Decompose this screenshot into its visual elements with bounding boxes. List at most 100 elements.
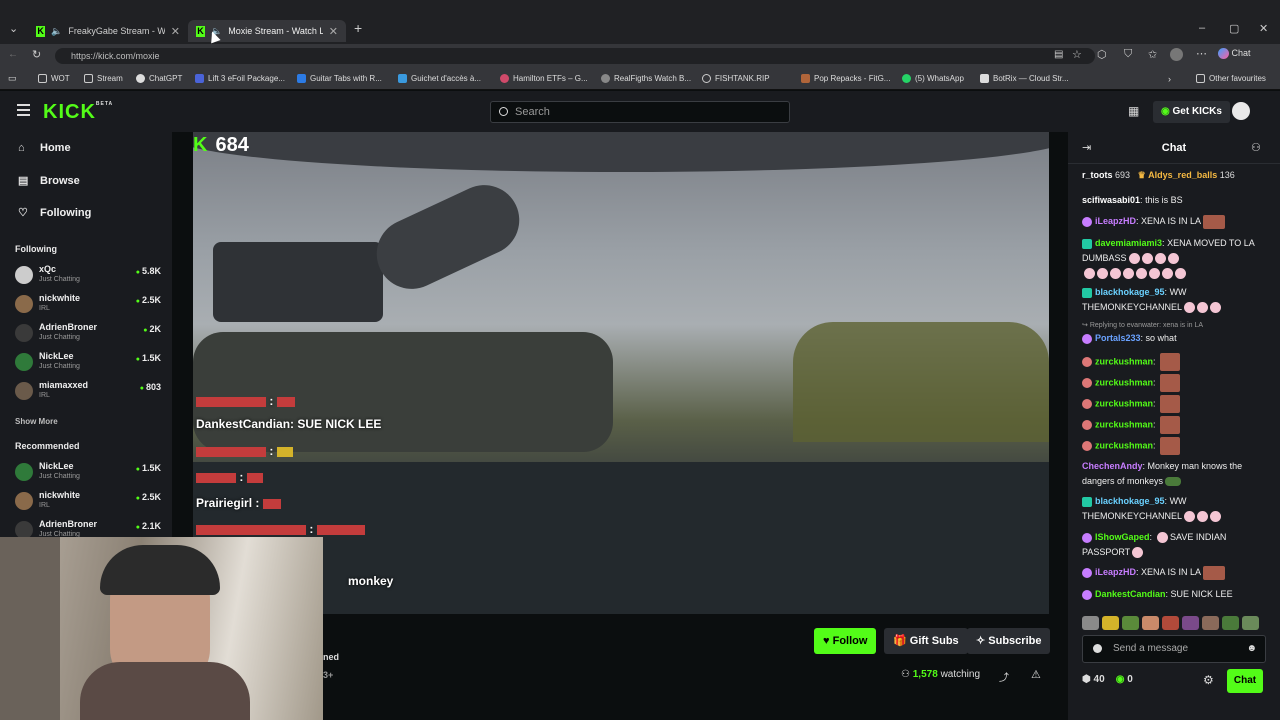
chat-message: ChechenAndy: Monkey man knows the danger… (1082, 461, 1243, 487)
shield-icon[interactable]: ⛉ (1124, 48, 1132, 61)
bookmark-3[interactable]: Lift 3 eFoil Package... (195, 74, 285, 83)
emote-button[interactable] (1222, 616, 1239, 630)
recommended-channel[interactable]: nickwhite IRL 2.5K (15, 490, 165, 516)
emote-button[interactable] (1102, 616, 1119, 630)
chat-username[interactable]: DankestCandian (1095, 589, 1166, 599)
kick-logo[interactable]: KICKBETA (43, 101, 113, 124)
close-window-icon[interactable]: ✕ (1259, 22, 1268, 35)
following-channel[interactable]: miamaxxed IRL 803 (15, 380, 165, 406)
nav-browse[interactable]: ▤ Browse (18, 174, 80, 188)
chat-input[interactable]: Send a message ☻ (1082, 635, 1266, 663)
chat-username[interactable]: zurckushman (1095, 377, 1153, 387)
chat-settings-icon[interactable]: ⚙ (1203, 673, 1214, 687)
chat-username[interactable]: zurckushman (1095, 398, 1153, 408)
viewer-count: ⚇ 1,578 watching (901, 669, 980, 680)
more-icon[interactable]: ⋯ (1196, 47, 1207, 60)
other-favourites[interactable]: Other favourites (1196, 74, 1266, 83)
star-icon[interactable]: ☆ (1072, 48, 1082, 61)
favorites-icon[interactable]: ✩ (1148, 48, 1157, 61)
recommended-section-title: Recommended (15, 441, 80, 451)
emote-button[interactable] (1182, 616, 1199, 630)
bookmark-4[interactable]: Guitar Tabs with R... (297, 74, 382, 83)
get-kicks-button[interactable]: Get KICKs (1153, 101, 1230, 123)
report-icon[interactable]: ⚠ (1031, 668, 1041, 681)
menu-icon[interactable] (17, 104, 30, 116)
bookmark-2[interactable]: ChatGPT (136, 74, 182, 83)
maximize-icon[interactable]: ▢ (1229, 22, 1239, 35)
nav-home[interactable]: ⌂ Home (18, 142, 71, 154)
chat-users-icon[interactable]: ⚇ (1251, 141, 1261, 154)
camera-arm (365, 173, 531, 301)
follow-button[interactable]: ♥ Follow (814, 628, 877, 654)
chat-username[interactable]: ChechenAndy (1082, 461, 1143, 471)
chat-username[interactable]: IShowGaped (1095, 532, 1150, 542)
overlay-chat-line: : (196, 394, 295, 408)
chat-username[interactable]: zurckushman (1095, 356, 1153, 366)
chat-username[interactable]: blackhokage_95 (1095, 496, 1165, 506)
reader-icon[interactable]: ▤ (1054, 49, 1063, 60)
chat-username[interactable]: blackhokage_95 (1095, 287, 1165, 297)
minimize-icon[interactable]: – (1199, 22, 1205, 34)
back-icon[interactable]: ← (8, 49, 18, 60)
share-icon[interactable]: ⤴ (999, 669, 1009, 684)
sub-badge-icon (1082, 420, 1092, 430)
bookmark-1[interactable]: Stream (84, 74, 123, 83)
emote (1160, 353, 1181, 371)
chat-username[interactable]: iLeapzHD (1095, 216, 1136, 226)
following-channel[interactable]: AdrienBroner Just Chatting 2K (15, 322, 165, 348)
extensions-icon[interactable]: ⬡ (1097, 48, 1107, 61)
chat-username[interactable]: iLeapzHD (1095, 567, 1136, 577)
following-channel[interactable]: nickwhite IRL 2.5K (15, 293, 165, 319)
copilot-chat-button[interactable]: Chat (1218, 48, 1251, 60)
profile-avatar[interactable] (1170, 48, 1183, 61)
chat-username[interactable]: scifiwasabi01 (1082, 195, 1140, 205)
chat-username[interactable]: Portals233 (1095, 333, 1141, 343)
reading-list-icon[interactable]: ▭ (8, 73, 17, 84)
gift-subs-button[interactable]: 🎁 Gift Subs (884, 628, 968, 654)
show-more-link[interactable]: Show More (15, 417, 58, 426)
chat-username[interactable]: davemiamiami3 (1095, 238, 1162, 248)
emoji-icon[interactable]: ☻ (1246, 636, 1257, 662)
bookmark-0[interactable]: WOT (38, 74, 70, 83)
bookmark-7[interactable]: RealFigths Watch B... (601, 74, 691, 83)
bookmark-5[interactable]: Guichet d'accès à... (398, 74, 481, 83)
nav-following[interactable]: ♡ Following (18, 206, 91, 220)
overlay-text: monkey (348, 574, 394, 588)
user-avatar[interactable] (1232, 102, 1250, 120)
subscribe-button[interactable]: ✧ Subscribe (967, 628, 1051, 654)
chat-username[interactable]: zurckushman (1095, 440, 1153, 450)
chat-message: zurckushman: (1082, 437, 1268, 455)
emote-button[interactable] (1082, 616, 1099, 630)
emote-button[interactable] (1162, 616, 1179, 630)
new-tab-icon[interactable]: + (354, 20, 362, 36)
tab-close-icon[interactable]: ✕ (329, 25, 338, 38)
bookmark-6[interactable]: Hamilton ETFs – G... (500, 74, 588, 83)
emote-button[interactable] (1122, 616, 1139, 630)
browser-tab-freakygabe[interactable]: K 🔈 FreakyGabe Stream - Watch L ✕ (28, 20, 188, 42)
reload-icon[interactable]: ↻ (32, 48, 41, 61)
bookmark-8[interactable]: FISHTANK.RIP (702, 74, 770, 83)
tab-close-icon[interactable]: ✕ (171, 25, 180, 38)
creator-dashboard-icon[interactable]: ▦ (1128, 104, 1142, 118)
channel-name: nickwhite (39, 293, 81, 303)
chat-message: iLeapzHD: XENA IS IN LA (1082, 565, 1268, 580)
following-channel[interactable]: NickLee Just Chatting 1.5K (15, 351, 165, 377)
emote-button[interactable] (1242, 616, 1259, 630)
bookmark-label: Guitar Tabs with R... (310, 74, 382, 83)
bookmark-11[interactable]: BotRix — Cloud Str... (980, 74, 1069, 83)
hamilton-icon (500, 74, 509, 83)
bookmark-10[interactable]: (5) WhatsApp (902, 74, 964, 83)
emote-button[interactable] (1142, 616, 1159, 630)
chat-username[interactable]: zurckushman (1095, 419, 1153, 429)
subscribe-label: Subscribe (988, 635, 1042, 647)
chevron-right-icon[interactable]: › (1168, 74, 1171, 84)
bookmark-9[interactable]: Pop Repacks - FitG... (801, 74, 890, 83)
tab-list-icon[interactable]: ⌄ (9, 22, 18, 35)
url-field[interactable]: https://kick.com/moxie (55, 48, 1095, 64)
following-channel[interactable]: xQc Just Chatting 5.8K (15, 264, 165, 290)
chat-send-button[interactable]: Chat (1227, 669, 1263, 693)
recommended-channel[interactable]: NickLee Just Chatting 1.5K (15, 461, 165, 487)
copilot-icon (1218, 48, 1229, 60)
emote-button[interactable] (1202, 616, 1219, 630)
search-input[interactable]: Search (490, 101, 790, 123)
